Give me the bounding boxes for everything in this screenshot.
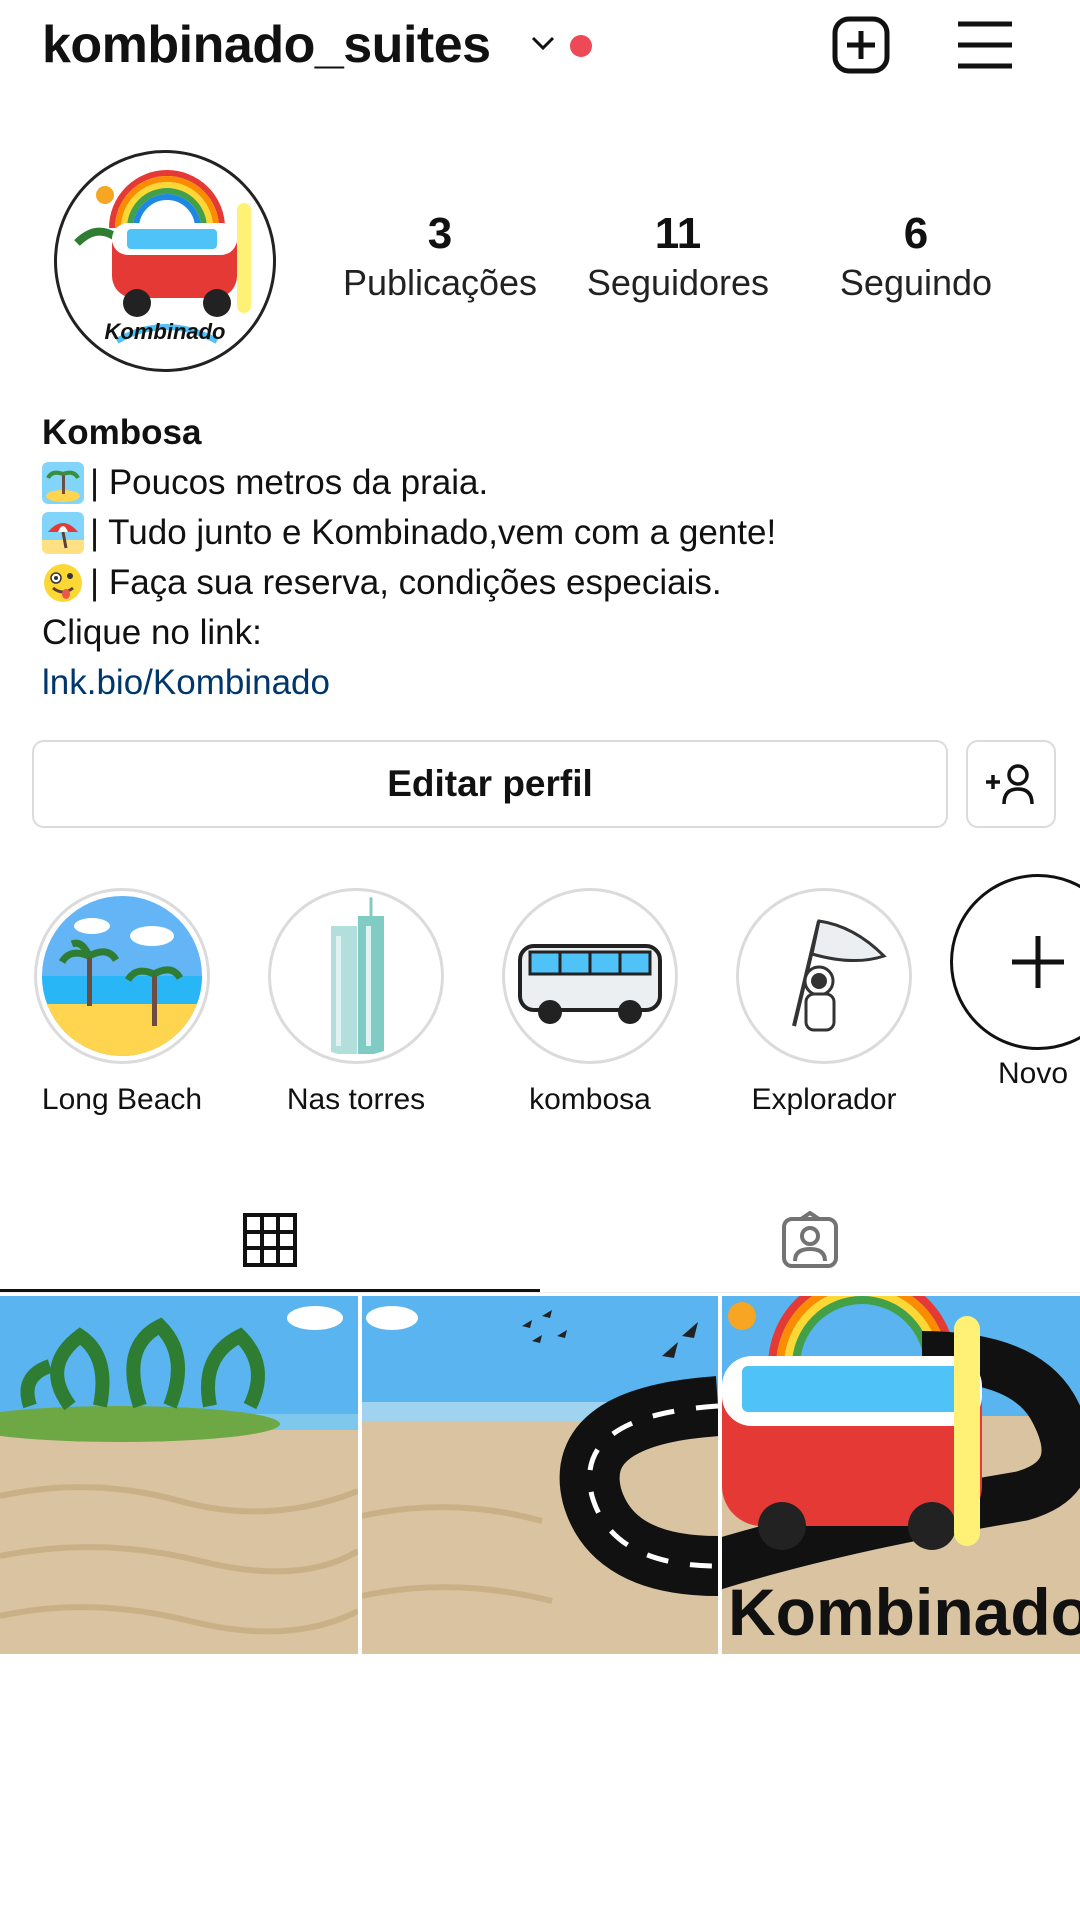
post-logo-text: Kombinado xyxy=(728,1575,1080,1649)
highlight-nas-torres[interactable]: Nas torres xyxy=(256,888,456,1118)
stat-followers-label: Seguidores xyxy=(586,262,770,303)
highlight-label: kombosa xyxy=(529,1083,651,1116)
tab-divider xyxy=(0,1292,1080,1293)
highlight-kombosa[interactable]: kombosa xyxy=(490,888,690,1118)
highlight-label: Explorador xyxy=(751,1083,897,1116)
beach-island-emoji xyxy=(42,462,84,504)
bio-line-text: | Faça sua reserva, condições especiais. xyxy=(90,563,722,602)
grid-icon xyxy=(243,1213,297,1267)
stat-following[interactable]: 6 Seguindo xyxy=(796,208,1036,306)
plus-square-icon xyxy=(832,16,890,74)
edit-profile-button[interactable]: Editar perfil xyxy=(32,740,948,828)
stat-posts-label: Publicações xyxy=(342,262,538,303)
highlight-label: Nas torres xyxy=(286,1083,426,1116)
new-highlight-label: Novo xyxy=(998,1057,1069,1090)
highlight-label: Long Beach xyxy=(41,1083,203,1116)
post-thumbnail[interactable]: Kombinado xyxy=(722,1296,1080,1654)
hamburger-menu-icon xyxy=(958,21,1012,69)
stat-following-value: 6 xyxy=(903,209,929,258)
tab-tagged[interactable] xyxy=(540,1190,1080,1290)
zany-face-emoji xyxy=(44,564,82,602)
bio: Kombosa | Poucos metros da praia. | Tudo… xyxy=(42,408,1042,708)
new-post-button[interactable] xyxy=(830,14,892,76)
plus-icon xyxy=(1012,936,1064,988)
tab-posts-grid[interactable] xyxy=(0,1190,540,1290)
menu-button[interactable] xyxy=(954,14,1016,76)
bio-line-text: | Poucos metros da praia. xyxy=(90,463,489,502)
chevron-down-icon[interactable] xyxy=(528,28,558,58)
beach-highlight-image xyxy=(42,896,202,1056)
notification-dot xyxy=(570,35,592,57)
profile-name: Kombosa xyxy=(42,413,202,452)
beach-umbrella-emoji xyxy=(42,512,84,554)
bio-line: | Faça sua reserva, condições especiais. xyxy=(42,558,1042,608)
bio-line-text: | Tudo junto e Kombinado,vem com a gente… xyxy=(90,513,777,552)
bio-line: | Tudo junto e Kombinado,vem com a gente… xyxy=(42,508,1042,558)
stat-posts-value: 3 xyxy=(427,209,453,258)
astronaut-highlight-image xyxy=(744,896,904,1056)
bio-line: | Poucos metros da praia. xyxy=(42,458,1042,508)
van-highlight-image xyxy=(510,896,670,1056)
highlight-long-beach[interactable]: Long Beach xyxy=(22,888,222,1118)
tagged-person-icon xyxy=(782,1211,838,1268)
new-highlight-button[interactable] xyxy=(950,874,1080,1050)
stat-followers-value: 11 xyxy=(654,209,702,258)
stat-posts[interactable]: 3 Publicações xyxy=(320,208,560,306)
post-thumbnail[interactable] xyxy=(362,1296,718,1654)
stat-followers[interactable]: 11 Seguidores xyxy=(558,208,798,306)
avatar[interactable]: Kombinado xyxy=(54,150,276,372)
post-thumbnail[interactable] xyxy=(0,1296,358,1654)
avatar-logo-text: Kombinado xyxy=(104,319,226,344)
username[interactable]: kombinado_suites xyxy=(42,14,491,76)
add-person-icon xyxy=(986,764,1034,805)
bio-link[interactable]: lnk.bio/Kombinado xyxy=(42,658,1042,708)
discover-people-button[interactable] xyxy=(966,740,1056,828)
bio-cta: Clique no link: xyxy=(42,613,262,652)
stat-following-label: Seguindo xyxy=(839,262,993,303)
highlight-explorador[interactable]: Explorador xyxy=(724,888,924,1118)
towers-highlight-image xyxy=(276,896,436,1056)
